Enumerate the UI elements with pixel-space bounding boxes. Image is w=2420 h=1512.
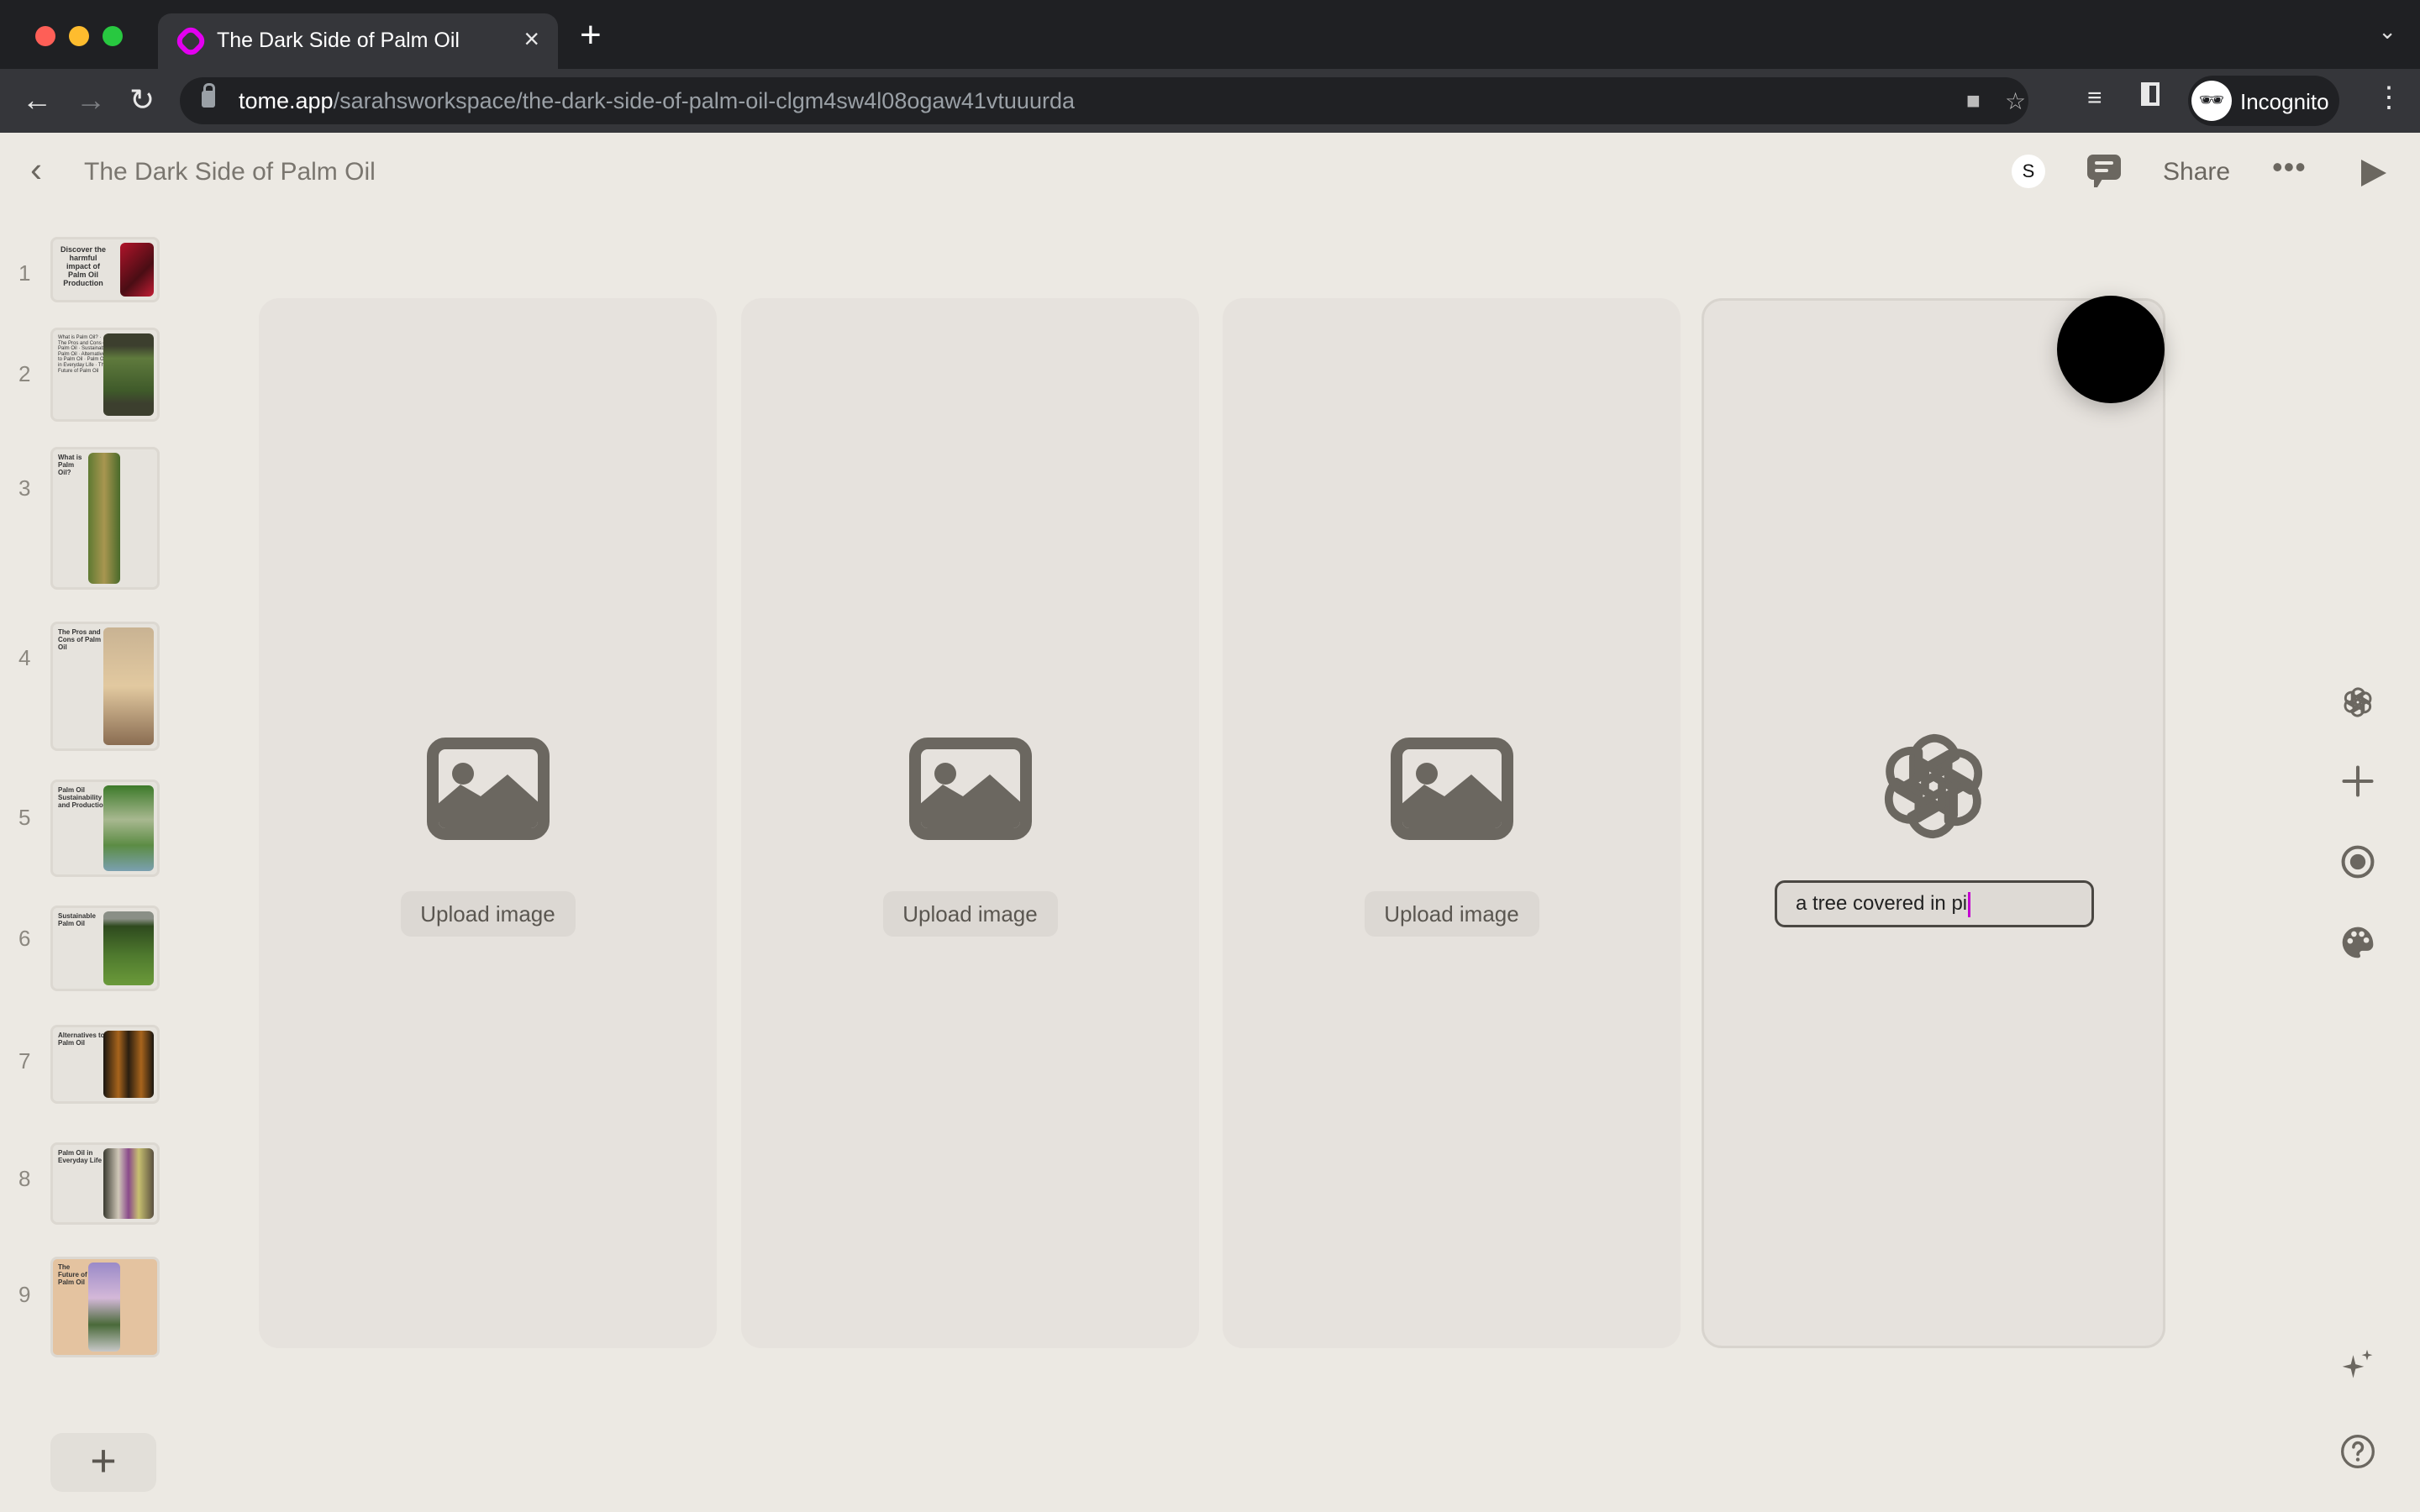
browser-tab-active[interactable]: The Dark Side of Palm Oil × xyxy=(158,13,558,69)
help-icon[interactable] xyxy=(2339,1433,2376,1470)
ai-image-panel[interactable]: a tree covered in pi xyxy=(1702,298,2165,1348)
image-panel[interactable]: Upload image xyxy=(741,298,1199,1348)
sparkle-icon[interactable] xyxy=(2339,1347,2376,1384)
openai-icon xyxy=(1868,733,1999,852)
upload-image-button[interactable]: Upload image xyxy=(882,891,1058,937)
tome-favicon-icon xyxy=(172,23,209,60)
window-maximize-button[interactable] xyxy=(103,26,123,46)
reload-icon[interactable]: ↻ xyxy=(129,79,155,121)
app-header: ‹ The Dark Side of Palm Oil S Share ••• xyxy=(0,133,2420,213)
thumb-image xyxy=(88,1263,120,1352)
plus-icon[interactable] xyxy=(2339,763,2376,800)
text-caret xyxy=(1968,891,1971,917)
slide-number: 2 xyxy=(18,361,31,386)
forward-arrow-icon[interactable]: → xyxy=(76,79,106,121)
thumb-image xyxy=(103,1031,154,1098)
slide-number: 6 xyxy=(18,926,31,951)
thumb-title: Palm Oil Sustainability and Production xyxy=(58,786,108,809)
browser-menu-icon[interactable]: ⋮ xyxy=(2375,81,2403,114)
slide-number: 4 xyxy=(18,645,31,670)
browser-toolbar: ← → ↻ tome.app/sarahsworkspace/the-dark-… xyxy=(0,69,2420,133)
image-placeholder-icon xyxy=(1390,738,1513,840)
thumb-title: What is Palm Oil? xyxy=(58,454,82,476)
thumb-image xyxy=(120,243,154,297)
url-text[interactable]: tome.app/sarahsworkspace/the-dark-side-o… xyxy=(239,88,1075,114)
media-queue-icon[interactable]: ≡ xyxy=(2087,84,2102,113)
tab-close-icon[interactable]: × xyxy=(523,24,539,55)
incognito-label: Incognito xyxy=(2240,89,2329,114)
thumb-image xyxy=(103,911,154,985)
thumb-title: Sustainable Palm Oil xyxy=(58,912,96,927)
thumb-title: Discover the harmful impact of Palm Oil … xyxy=(60,245,107,287)
image-panel[interactable]: Upload image xyxy=(259,298,717,1348)
side-panel-icon[interactable] xyxy=(2141,82,2160,106)
openai-icon[interactable] xyxy=(2339,684,2376,721)
browser-tab-bar: The Dark Side of Palm Oil × + ⌄ xyxy=(0,0,2420,69)
camera-blocked-icon[interactable]: ■ xyxy=(1966,87,1981,114)
share-button[interactable]: Share xyxy=(2163,158,2230,186)
incognito-icon: 🕶 xyxy=(2191,81,2232,121)
slide-number: 9 xyxy=(18,1282,31,1307)
window-close-button[interactable] xyxy=(35,26,55,46)
record-icon[interactable] xyxy=(2339,843,2376,880)
thumb-title: What is Palm Oil? · The Pros and Cons of… xyxy=(58,335,108,374)
image-placeholder-icon xyxy=(426,738,550,840)
slide-number: 3 xyxy=(18,475,31,501)
thumb-title: Palm Oil in Everyday Life xyxy=(58,1149,103,1164)
more-options-icon[interactable]: ••• xyxy=(2272,150,2307,185)
image-panel[interactable]: Upload image xyxy=(1223,298,1681,1348)
incognito-badge[interactable]: 🕶 Incognito xyxy=(2188,76,2339,126)
thumb-image xyxy=(88,453,120,584)
thumb-title: The Pros and Cons of Palm Oil xyxy=(58,628,102,651)
slide-thumbnail-list: 1 Discover the harmful impact of Palm Oi… xyxy=(0,218,168,1512)
palette-icon[interactable] xyxy=(2339,924,2376,961)
slide-number: 1 xyxy=(18,260,31,286)
tab-title: The Dark Side of Palm Oil xyxy=(217,29,460,52)
comment-icon[interactable] xyxy=(2087,155,2121,187)
slide-number: 8 xyxy=(18,1166,31,1191)
tab-search-chevron-icon[interactable]: ⌄ xyxy=(2378,18,2396,45)
lock-icon xyxy=(202,83,215,108)
thumb-image xyxy=(103,1148,154,1219)
address-bar[interactable]: tome.app/sarahsworkspace/the-dark-side-o… xyxy=(180,77,2028,124)
image-prompt-input[interactable]: a tree covered in pi xyxy=(1775,880,2094,927)
slide-number: 7 xyxy=(18,1048,31,1074)
cursor-indicator xyxy=(2057,296,2165,403)
back-arrow-icon[interactable]: ← xyxy=(22,79,52,121)
document-title[interactable]: The Dark Side of Palm Oil xyxy=(84,158,376,186)
image-placeholder-icon xyxy=(908,738,1032,840)
thumb-image xyxy=(103,627,154,745)
present-play-icon[interactable] xyxy=(2361,160,2386,186)
back-chevron-icon[interactable]: ‹ xyxy=(30,150,42,190)
bookmark-star-icon[interactable]: ☆ xyxy=(2005,87,2026,115)
thumb-title: Alternatives to Palm Oil xyxy=(58,1032,105,1047)
slide-number: 5 xyxy=(18,805,31,830)
upload-image-button[interactable]: Upload image xyxy=(1364,891,1539,937)
new-tab-button[interactable]: + xyxy=(580,17,602,54)
thumb-title: The Future of Palm Oil xyxy=(58,1263,87,1286)
thumb-image xyxy=(103,785,154,871)
thumb-image xyxy=(103,333,154,416)
user-avatar[interactable]: S xyxy=(2012,155,2045,188)
add-slide-button[interactable]: + xyxy=(50,1433,156,1492)
window-minimize-button[interactable] xyxy=(69,26,89,46)
upload-image-button[interactable]: Upload image xyxy=(400,891,576,937)
